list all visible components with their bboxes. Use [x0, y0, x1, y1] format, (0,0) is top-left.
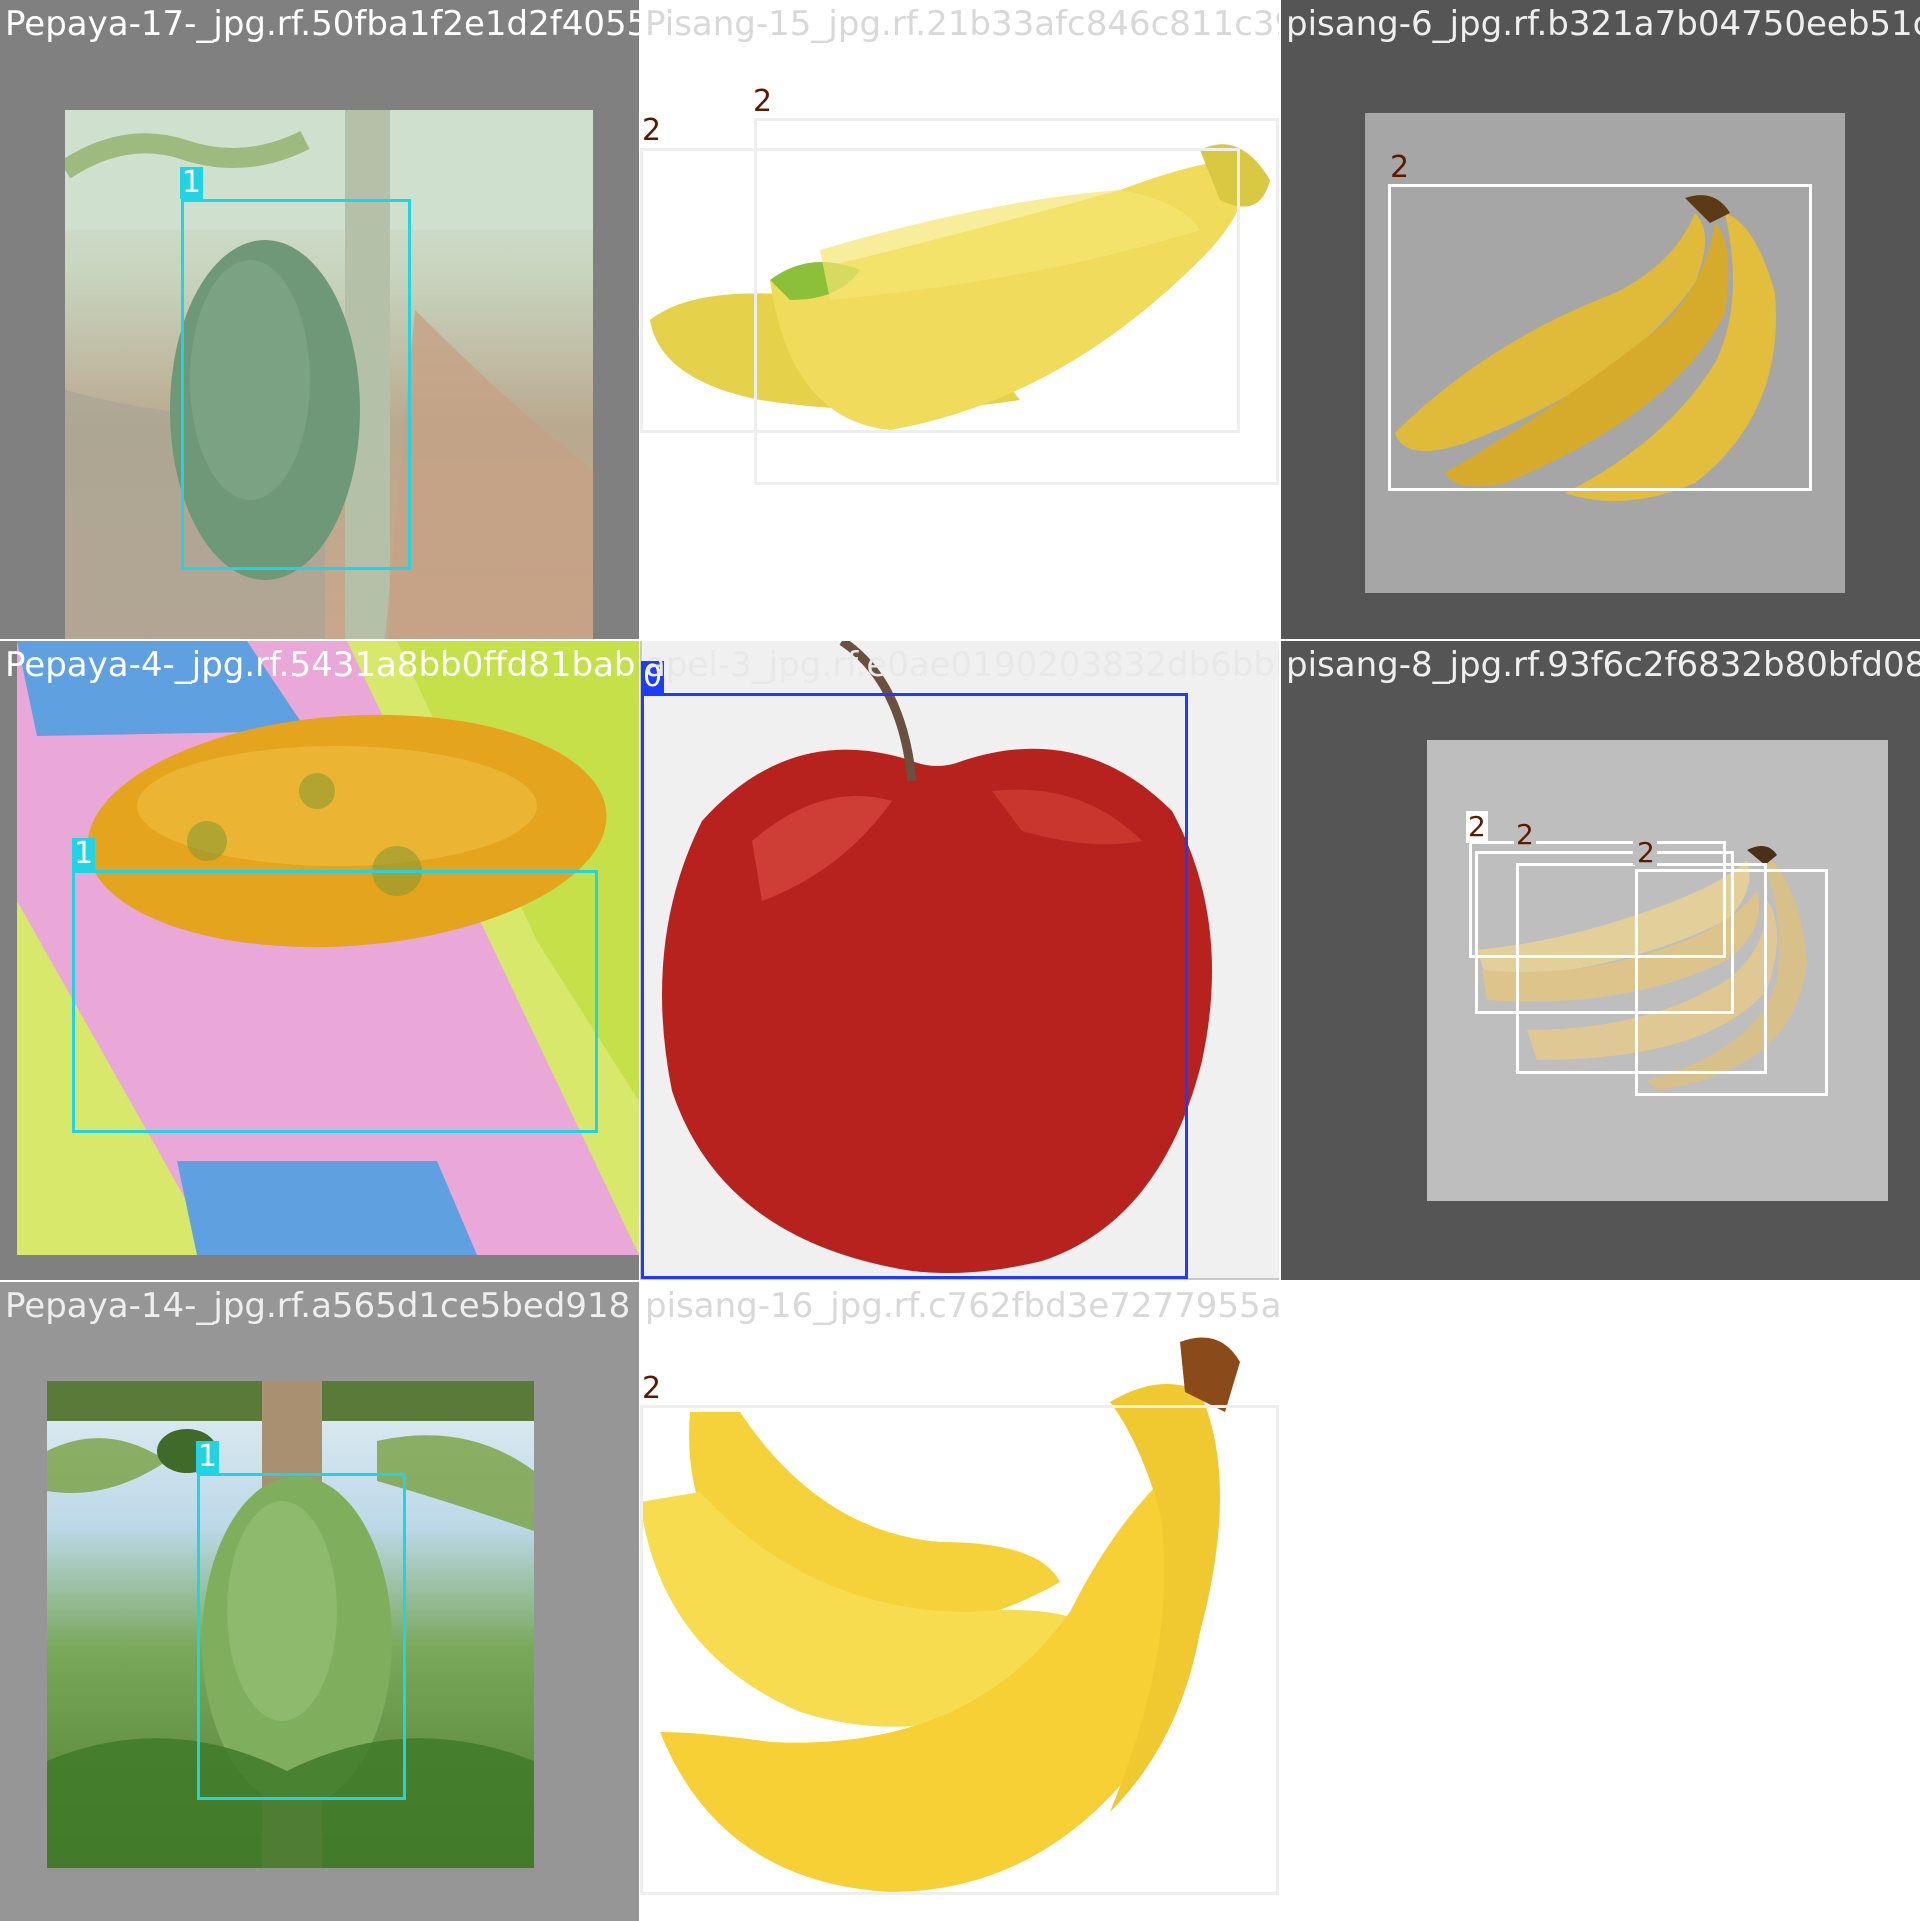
- bounding-box: [640, 1405, 1279, 1895]
- tile-caption: pisang-8_jpg.rf.93f6c2f6832b80bfd08: [1286, 645, 1920, 685]
- bounding-box-label: 1: [196, 1439, 220, 1474]
- mosaic-tile-6: pisang-8_jpg.rf.93f6c2f6832b80bfd08 2 2 …: [1281, 641, 1920, 1280]
- bounding-box: [197, 1473, 406, 1800]
- tile-caption: Pepaya-14-_jpg.rf.a565d1ce5bed918: [5, 1286, 631, 1326]
- bounding-box-label: 2: [1466, 810, 1488, 843]
- bounding-box-label: 2: [1514, 818, 1536, 851]
- bounding-box-label: 2: [1390, 150, 1410, 185]
- bounding-box: [72, 870, 598, 1133]
- tile-caption: apel-3_jpg.rf.e0ae0190203832db6bbb: [645, 645, 1279, 685]
- bounding-box-label: 2: [1635, 836, 1657, 869]
- tile-caption: pisang-6_jpg.rf.b321a7b04750eeb51c: [1286, 4, 1920, 44]
- tile-caption: pisang-16_jpg.rf.c762fbd3e7277955a8793c9: [645, 1286, 1279, 1326]
- tile-caption: Pisang-15_jpg.rf.21b33afc846c811c39: [645, 4, 1279, 44]
- tile-caption: Pepaya-4-_jpg.rf.5431a8bb0ffd81bab: [5, 645, 636, 685]
- bounding-box: [181, 199, 411, 570]
- bounding-box: [641, 693, 1188, 1279]
- bounding-box-label: 2: [642, 113, 662, 148]
- mosaic-tile-4: Pepaya-4-_jpg.rf.5431a8bb0ffd81bab 1: [0, 641, 639, 1280]
- mosaic-tile-7: Pepaya-14-_jpg.rf.a565d1ce5bed918 1: [0, 1282, 639, 1921]
- mosaic-tile-5: apel-3_jpg.rf.e0ae0190203832db6bbb 0: [640, 641, 1279, 1280]
- bounding-box-label: 1: [180, 165, 204, 200]
- mosaic-tile-1: Pepaya-17-_jpg.rf.50fba1f2e1d2f4055 1: [0, 0, 639, 639]
- bounding-box: [1388, 184, 1812, 491]
- mosaic-tile-8: pisang-16_jpg.rf.c762fbd3e7277955a8793c9…: [640, 1282, 1279, 1921]
- bounding-box: [754, 118, 1279, 485]
- mosaic-tile-9-empty: [1281, 1282, 1920, 1921]
- mosaic-tile-2: Pisang-15_jpg.rf.21b33afc846c811c39 2 2: [640, 0, 1279, 639]
- bounding-box: [1635, 869, 1828, 1096]
- mosaic-tile-3: pisang-6_jpg.rf.b321a7b04750eeb51c 2: [1281, 0, 1920, 639]
- bounding-box-label: 1: [72, 836, 96, 871]
- bounding-box-label: 2: [753, 84, 773, 119]
- bounding-box-label: 2: [642, 1371, 662, 1406]
- tile-caption: Pepaya-17-_jpg.rf.50fba1f2e1d2f4055: [5, 4, 639, 44]
